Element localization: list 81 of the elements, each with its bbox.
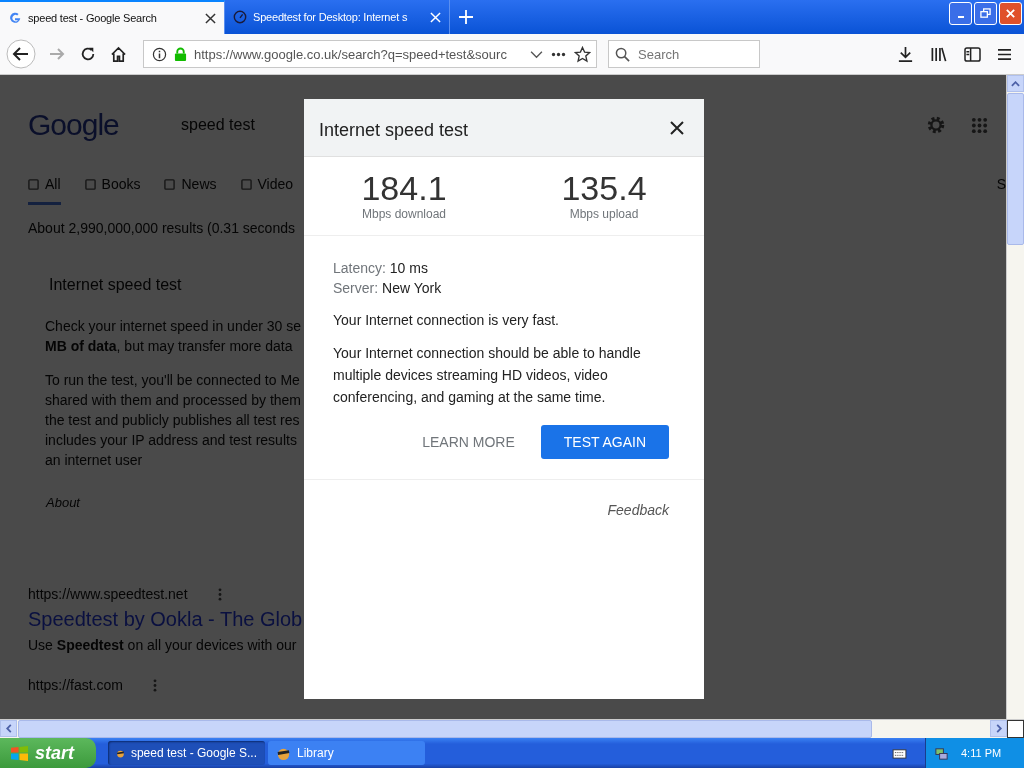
- search-field[interactable]: Search: [608, 40, 760, 68]
- vertical-scrollbar[interactable]: [1006, 75, 1024, 719]
- network-icon[interactable]: [934, 745, 949, 761]
- result-url: https://fast.com: [28, 677, 123, 693]
- minimize-icon: [957, 16, 964, 18]
- detail-label: Latency:: [333, 260, 386, 276]
- start-button[interactable]: start: [0, 738, 96, 768]
- scroll-right-icon[interactable]: [995, 724, 1002, 733]
- plus-icon[interactable]: [458, 9, 474, 25]
- restore-icon: [980, 8, 991, 19]
- tab-title: speed test - Google Search: [28, 12, 158, 24]
- speed-label: Mbps upload: [569, 207, 639, 221]
- search-tab[interactable]: Video: [240, 176, 294, 202]
- speed-value: 135.4: [561, 169, 647, 207]
- widget-title: Internet speed test: [49, 276, 182, 294]
- detail-label: Server:: [333, 280, 379, 296]
- paragraph: To run the test, you'll be connected to Me shared with them and processed by them the test and publicly publishes all test res includes your IP address and test results an internet user: [45, 371, 303, 470]
- windows-logo-icon: [10, 744, 29, 762]
- star-icon[interactable]: [574, 45, 591, 63]
- sidebar-icon[interactable]: [964, 46, 981, 62]
- scroll-thumb[interactable]: [18, 720, 872, 738]
- home-icon[interactable]: [110, 45, 127, 63]
- close-icon: [1005, 8, 1016, 19]
- nav-icon: [240, 178, 252, 190]
- scroll-up-icon[interactable]: [1011, 80, 1020, 87]
- search-tab[interactable]: All: [28, 176, 61, 205]
- taskbar-button[interactable]: speed test - Google S...: [108, 741, 265, 765]
- lock-icon: [174, 46, 187, 62]
- horizontal-scrollbar[interactable]: [0, 719, 1024, 738]
- result-title-link[interactable]: Speedtest by Ookla - The Glob: [28, 608, 1006, 631]
- result-stats: About 2,990,000,000 results (0.31 seconds: [28, 220, 296, 236]
- taskbar-button[interactable]: Library: [268, 741, 425, 765]
- search-tab[interactable]: News: [164, 176, 217, 202]
- task-label: Library: [297, 746, 334, 760]
- more-icon[interactable]: [550, 51, 567, 57]
- dialog-title: Internet speed test: [319, 119, 469, 141]
- close-button[interactable]: [999, 2, 1022, 25]
- search-query[interactable]: speed test: [181, 116, 255, 134]
- detail-value: New York: [382, 280, 442, 296]
- task-label: speed test - Google S...: [130, 746, 257, 760]
- back-icon[interactable]: [6, 39, 36, 69]
- close-icon[interactable]: [670, 120, 684, 135]
- address-bar[interactable]: https://www.google.co.uk/search?q=speed+test&sourc: [143, 40, 597, 68]
- chevron-down-icon[interactable]: [530, 49, 543, 59]
- search-tab-text[interactable]: S: [996, 176, 1006, 192]
- paragraph: Check your internet speed in under 30 se MB of data, but may transfer more data: [45, 317, 303, 356]
- g-logo-icon: [8, 11, 22, 25]
- test-again-button[interactable]: TEST AGAIN: [540, 425, 669, 459]
- result-url: https://www.speedtest.net: [28, 586, 188, 602]
- scrollbar-corner: [1007, 720, 1024, 738]
- about-link[interactable]: About: [46, 495, 80, 510]
- scroll-thumb[interactable]: [1007, 93, 1024, 245]
- scroll-left-icon[interactable]: [5, 724, 12, 733]
- nav-icon: [28, 178, 39, 190]
- restore-button[interactable]: [974, 2, 997, 25]
- nav-icon: [84, 178, 96, 190]
- search-tab[interactable]: Books: [84, 176, 141, 202]
- feedback-link[interactable]: Feedback: [607, 502, 669, 518]
- menu-icon[interactable]: [997, 47, 1012, 61]
- search-icon: [615, 46, 630, 62]
- speed-label: Mbps download: [361, 207, 447, 221]
- speed-value: 184.1: [361, 169, 447, 207]
- browser-tab[interactable]: speed test - Google Search: [0, 0, 225, 34]
- google-logo[interactable]: Google: [28, 108, 181, 142]
- verdict-text: Your Internet connection is very fast.: [333, 312, 560, 328]
- close-icon[interactable]: [205, 12, 216, 24]
- detail-value: 10 ms: [389, 260, 428, 276]
- clock: 4:11 PM: [961, 747, 1002, 759]
- learn-more-button[interactable]: LEARN MORE: [422, 425, 515, 459]
- gauge-icon: [233, 10, 247, 24]
- url-text: https://www.google.co.uk/search?q=speed+test&sourc: [194, 46, 508, 62]
- minimize-button[interactable]: [949, 2, 972, 25]
- keyboard-icon[interactable]: [892, 747, 907, 759]
- reload-icon[interactable]: [80, 46, 96, 62]
- description-text: Your Internet connection should be able to handle multiple devices streaming HD videos, video conferencing, and gaming at the same time.: [333, 344, 642, 407]
- info-icon[interactable]: [152, 46, 167, 62]
- result-snippet: Use Speedtest on all your devices with our: [28, 637, 298, 653]
- download-icon[interactable]: [897, 45, 914, 63]
- library-icon[interactable]: [930, 45, 948, 63]
- tab-title: Speedtest for Desktop: Internet s: [253, 11, 409, 23]
- nav-icon: [164, 178, 176, 190]
